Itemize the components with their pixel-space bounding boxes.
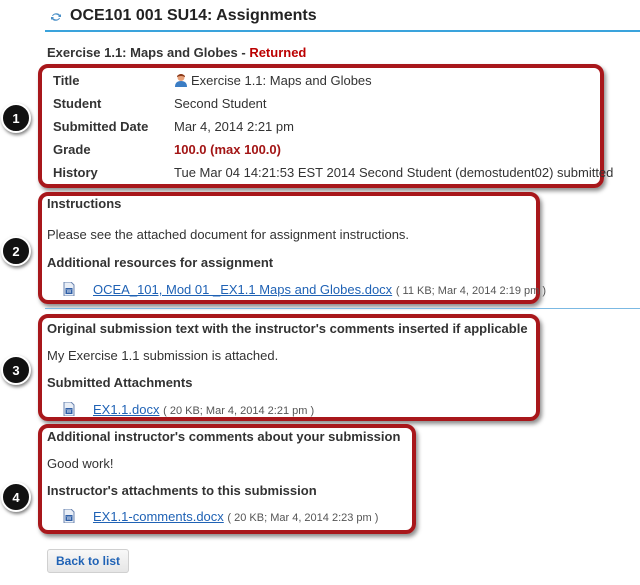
site-title: OCE101 001 SU14: Assignments (70, 7, 317, 24)
word-document-icon: W (63, 282, 75, 296)
title-separator: - (237, 45, 250, 60)
section-divider (45, 308, 640, 309)
submitted-attachments-heading: Submitted Attachments (47, 375, 193, 390)
svg-text:W: W (67, 409, 72, 415)
instructions-text: Please see the attached document for ass… (47, 227, 410, 242)
detail-value: Exercise 1.1: Maps and Globes (191, 73, 372, 88)
resource-attachment: W OCEA_101, Mod 01 _EX1.1 Maps and Globe… (63, 282, 546, 297)
attachment-meta: ( 20 KB; Mar 4, 2014 2:23 pm ) (227, 512, 379, 524)
attachment-meta: ( 20 KB; Mar 4, 2014 2:21 pm ) (163, 405, 315, 417)
detail-label: Student (53, 96, 102, 111)
svg-text:W: W (67, 516, 72, 522)
detail-value: Second Student (174, 96, 267, 111)
instructor-attachment: W EX1.1-comments.docx ( 20 KB; Mar 4, 20… (63, 509, 378, 524)
student-avatar-icon (175, 74, 187, 87)
word-document-icon: W (63, 402, 75, 416)
detail-label: Title (53, 73, 80, 88)
submitted-attachment: W EX1.1.docx ( 20 KB; Mar 4, 2014 2:21 p… (63, 402, 314, 417)
assignment-heading: Exercise 1.1: Maps and Globes - Returned (47, 45, 306, 60)
detail-label: Grade (53, 142, 91, 157)
reset-arrows-icon[interactable] (50, 11, 62, 23)
callout-3: 3 (1, 355, 31, 385)
detail-value: Tue Mar 04 14:21:53 EST 2014 Second Stud… (174, 165, 614, 180)
submitted-attachment-link[interactable]: EX1.1.docx (93, 402, 160, 417)
resource-attachment-link[interactable]: OCEA_101, Mod 01 _EX1.1 Maps and Globes.… (93, 282, 392, 297)
assignment-status: Returned (249, 45, 307, 60)
feedback-text: Good work! (47, 456, 114, 471)
resources-heading: Additional resources for assignment (47, 255, 274, 270)
word-document-icon: W (63, 509, 75, 523)
callout-4: 4 (1, 482, 31, 512)
attachment-meta: ( 11 KB; Mar 4, 2014 2:19 pm ) (395, 285, 547, 297)
submission-heading: Original submission text with the instru… (47, 321, 528, 336)
detail-label: Submitted Date (53, 119, 149, 134)
grade-value: 100.0 (max 100.0) (174, 142, 281, 157)
site-title-bar: OCE101 001 SU14: Assignments (45, 4, 640, 32)
detail-value: Mar 4, 2014 2:21 pm (174, 119, 294, 134)
instructor-attachment-link[interactable]: EX1.1-comments.docx (93, 509, 224, 524)
feedback-heading: Additional instructor's comments about y… (47, 429, 401, 444)
back-to-list-button[interactable]: Back to list (47, 549, 130, 573)
instructor-attachments-heading: Instructor's attachments to this submiss… (47, 483, 317, 498)
submission-text: My Exercise 1.1 submission is attached. (47, 348, 279, 363)
detail-label: History (53, 165, 98, 180)
instructions-heading: Instructions (47, 196, 122, 211)
assignment-title: Exercise 1.1: Maps and Globes (47, 45, 238, 60)
callout-1: 1 (1, 103, 31, 133)
callout-2: 2 (1, 236, 31, 266)
svg-text:W: W (67, 289, 72, 295)
